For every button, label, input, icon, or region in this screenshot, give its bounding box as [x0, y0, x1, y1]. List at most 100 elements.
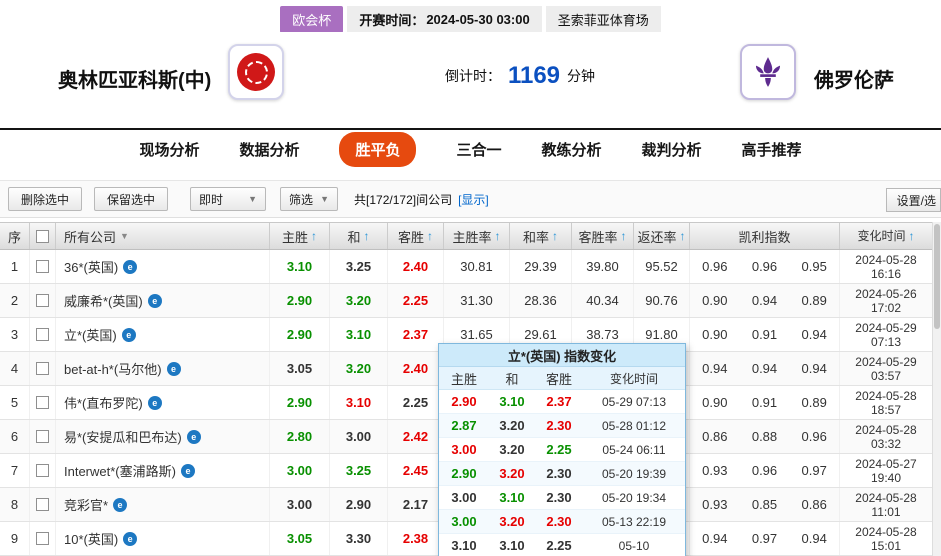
table-scrollbar-thumb[interactable]	[934, 224, 940, 329]
popup-away-odds: 2.30	[546, 466, 572, 481]
row-checkbox[interactable]	[36, 362, 49, 375]
odds-draw-cell[interactable]: 3.25	[330, 454, 388, 487]
header-change-time[interactable]: 变化时间 ↑	[840, 223, 932, 249]
company-name[interactable]: 威廉希*(英国)	[64, 291, 143, 310]
tab-data-analysis[interactable]: 数据分析	[239, 139, 299, 160]
company-odds-history-icon[interactable]: e	[123, 531, 138, 546]
odds-away-cell[interactable]: 2.42	[388, 420, 444, 453]
popup-home-odds: 3.00	[451, 490, 477, 505]
popup-draw-odds: 3.10	[499, 394, 525, 409]
row-checkbox[interactable]	[36, 430, 49, 443]
company-name[interactable]: 立*(英国)	[64, 325, 117, 344]
odds-draw-cell[interactable]: 3.20	[330, 284, 388, 317]
odds-home-cell[interactable]: 3.10	[270, 250, 330, 283]
header-away-odds[interactable]: 客胜 ↑	[388, 223, 444, 249]
filter-dropdown[interactable]: 筛选 ▼	[280, 187, 339, 211]
keep-selected-button[interactable]: 保留选中	[94, 187, 169, 211]
header-payout-rate[interactable]: 返还率 ↑	[634, 223, 690, 249]
company-name[interactable]: 竞彩官*	[64, 495, 108, 514]
sort-up-arrow-icon[interactable]: ↑	[621, 229, 627, 243]
odds-away-cell[interactable]: 2.25	[388, 386, 444, 419]
sort-up-arrow-icon[interactable]: ↑	[909, 229, 915, 243]
tab-win-draw-lose[interactable]: 胜平负	[339, 131, 417, 167]
change-time-cell: 2024-05-28 18:57	[840, 386, 932, 419]
odds-home-cell[interactable]: 3.00	[270, 454, 330, 487]
header-draw-odds[interactable]: 和 ↑	[330, 223, 388, 249]
odds-draw-cell[interactable]: 3.10	[330, 318, 388, 351]
odds-away-cell[interactable]: 2.40	[388, 250, 444, 283]
tab-coach-analysis[interactable]: 教练分析	[542, 139, 602, 160]
company-odds-history-icon[interactable]: e	[166, 361, 181, 376]
company-name[interactable]: bet-at-h*(马尔他)	[64, 359, 162, 378]
row-checkbox[interactable]	[36, 464, 49, 477]
sort-up-arrow-icon[interactable]: ↑	[427, 229, 433, 243]
sort-up-arrow-icon[interactable]: ↑	[364, 229, 370, 243]
table-row: 2 威廉希*(英国) e 2.90 3.20 2.25 31.30 28.36 40.34 90.…	[0, 284, 932, 318]
sort-up-arrow-icon[interactable]: ↑	[680, 229, 686, 243]
header-draw-rate[interactable]: 和率 ↑	[510, 223, 572, 249]
sort-up-arrow-icon[interactable]: ↑	[495, 229, 501, 243]
odds-home-cell[interactable]: 3.05	[270, 522, 330, 555]
odds-home-cell[interactable]: 3.05	[270, 352, 330, 385]
header-home-odds[interactable]: 主胜 ↑	[270, 223, 330, 249]
tab-live-analysis[interactable]: 现场分析	[139, 139, 199, 160]
header-away-rate[interactable]: 客胜率 ↑	[572, 223, 634, 249]
company-name[interactable]: Interwet*(塞浦路斯)	[64, 461, 176, 480]
company-name[interactable]: 伟*(直布罗陀)	[64, 393, 143, 412]
table-scrollbar-track[interactable]	[932, 222, 941, 556]
popup-draw-odds: 3.20	[499, 442, 525, 457]
row-checkbox[interactable]	[36, 396, 49, 409]
odds-away-cell[interactable]: 2.40	[388, 352, 444, 385]
company-odds-history-icon[interactable]: e	[123, 259, 138, 274]
settings-button[interactable]: 设置/选	[885, 188, 941, 212]
away-win-rate-cell: 39.80	[572, 250, 634, 283]
odds-away-cell[interactable]: 2.45	[388, 454, 444, 487]
company-odds-history-icon[interactable]: e	[113, 497, 128, 512]
sort-up-arrow-icon[interactable]: ↑	[311, 229, 317, 243]
venue-name: 圣索菲亚体育场	[557, 13, 649, 28]
odds-home-cell[interactable]: 2.80	[270, 420, 330, 453]
row-checkbox[interactable]	[36, 294, 49, 307]
company-name[interactable]: 10*(英国)	[64, 529, 118, 548]
company-odds-history-icon[interactable]: e	[147, 293, 162, 308]
odds-away-cell[interactable]: 2.38	[388, 522, 444, 555]
tab-referee-analysis[interactable]: 裁判分析	[642, 139, 702, 160]
row-index: 5	[0, 386, 30, 419]
change-date-text: 2024-05-29	[855, 354, 917, 369]
row-checkbox[interactable]	[36, 328, 49, 341]
odds-home-cell[interactable]: 2.90	[270, 284, 330, 317]
company-cell: bet-at-h*(马尔他) e	[56, 352, 270, 385]
company-name[interactable]: 易*(安提瓜和巴布达)	[64, 427, 182, 446]
odds-home-cell[interactable]: 2.90	[270, 318, 330, 351]
tab-three-in-one[interactable]: 三合一	[456, 139, 501, 160]
company-odds-history-icon[interactable]: e	[121, 327, 136, 342]
odds-draw-cell[interactable]: 3.10	[330, 386, 388, 419]
row-checkbox[interactable]	[36, 532, 49, 545]
header-home-rate[interactable]: 主胜率 ↑	[444, 223, 510, 249]
tab-expert-picks[interactable]: 高手推荐	[742, 139, 802, 160]
odds-home-cell[interactable]: 2.90	[270, 386, 330, 419]
row-checkbox[interactable]	[36, 498, 49, 511]
odds-home-cell[interactable]: 3.00	[270, 488, 330, 521]
odds-away-cell[interactable]: 2.25	[388, 284, 444, 317]
header-company[interactable]: 所有公司 ▼	[56, 223, 270, 249]
odds-draw-cell[interactable]: 3.00	[330, 420, 388, 453]
company-odds-history-icon[interactable]: e	[186, 429, 201, 444]
row-checkbox[interactable]	[36, 260, 49, 273]
odds-draw-cell[interactable]: 2.90	[330, 488, 388, 521]
odds-draw-cell[interactable]: 3.20	[330, 352, 388, 385]
company-odds-history-icon[interactable]: e	[180, 463, 195, 478]
select-all-checkbox[interactable]	[36, 229, 49, 243]
odds-away-cell[interactable]: 2.37	[388, 318, 444, 351]
sort-up-arrow-icon[interactable]: ↑	[552, 229, 558, 243]
company-odds-history-icon[interactable]: e	[147, 395, 162, 410]
company-name[interactable]: 36*(英国)	[64, 257, 118, 276]
odds-away-cell[interactable]: 2.17	[388, 488, 444, 521]
odds-draw-cell[interactable]: 3.25	[330, 250, 388, 283]
venue-chip: 圣索菲亚体育场	[545, 6, 661, 33]
odds-draw-cell[interactable]: 3.30	[330, 522, 388, 555]
time-filter-dropdown[interactable]: 即时 ▼	[190, 187, 267, 211]
company-filter-caret-icon[interactable]: ▼	[120, 231, 129, 241]
delete-selected-button[interactable]: 删除选中	[8, 187, 83, 211]
show-link[interactable]: [显示]	[458, 191, 489, 208]
